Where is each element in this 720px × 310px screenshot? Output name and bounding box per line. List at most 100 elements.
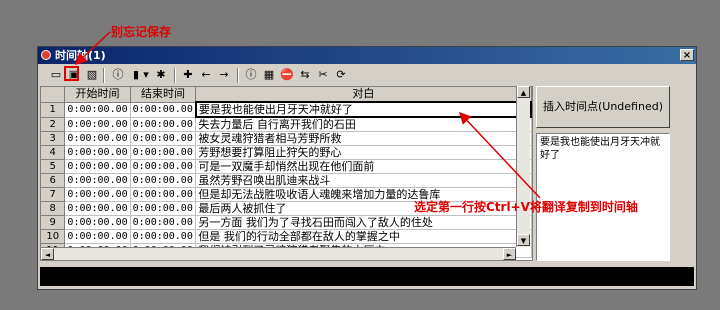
row-number-cell: 8 xyxy=(41,201,66,216)
start-time-cell[interactable]: 0:00:00.00 xyxy=(64,145,131,160)
info-icon: ⓘ xyxy=(112,68,124,81)
dialogue-cell[interactable]: 可是一双魔手却悄然出现在他们面前 xyxy=(195,159,532,174)
table-row[interactable]: 2 0:00:00.00 0:00:00.00 失去力量后 自行离开我们的石田 xyxy=(41,117,532,132)
table-row[interactable]: 5 0:00:00.00 0:00:00.00 可是一双魔手却悄然出现在他们面前 xyxy=(41,159,532,174)
scroll-up-icon[interactable]: ▲ xyxy=(517,86,530,98)
start-time-cell[interactable]: 0:00:00.00 xyxy=(64,229,131,244)
open-folder-button[interactable]: ▭ xyxy=(48,67,64,83)
start-time-cell[interactable]: 0:00:00.00 xyxy=(64,201,131,216)
app-icon xyxy=(41,50,51,60)
toolbar-separator xyxy=(237,68,239,83)
start-time-cell[interactable]: 0:00:00.00 xyxy=(64,173,131,188)
subtitle-grid[interactable]: 开始时间 结束时间 对白 1 0:00:00.00 0:00:00.00 要是我也能使… xyxy=(40,86,533,261)
dialogue-cell[interactable]: 虽然芳野召唤出肌迪来战斗 xyxy=(195,173,532,188)
end-time-cell[interactable]: 0:00:00.00 xyxy=(130,131,197,146)
end-time-cell[interactable]: 0:00:00.00 xyxy=(130,117,197,132)
chart-dropdown[interactable]: ▾ xyxy=(141,67,151,83)
toolbar: ▭ ▣ ▧ ⓘ ▮ ▾ ✱ ✚ ← → ⓘ ▦ ⛔ ⇆ ✂ ⟳ xyxy=(40,66,694,86)
open-folder-icon: ▭ xyxy=(50,68,62,81)
end-time-header[interactable]: 结束时间 xyxy=(130,87,197,103)
row-number-cell: 2 xyxy=(41,117,66,132)
help-button[interactable]: ⓘ xyxy=(243,67,259,83)
status-bar xyxy=(40,267,694,286)
grid-icon: ▦ xyxy=(263,68,275,81)
swap-icon: ⇆ xyxy=(300,68,310,81)
start-time-cell[interactable]: 0:00:00.00 xyxy=(64,187,131,202)
end-time-cell[interactable]: 0:00:00.00 xyxy=(130,201,197,216)
table-row[interactable]: 6 0:00:00.00 0:00:00.00 虽然芳野召唤出肌迪来战斗 xyxy=(41,173,532,188)
end-time-cell[interactable]: 0:00:00.00 xyxy=(130,187,197,202)
scroll-right-icon[interactable]: ► xyxy=(503,248,516,260)
stop-button[interactable]: ⛔ xyxy=(279,67,295,83)
dialogue-header[interactable]: 对白 xyxy=(195,87,532,103)
insert-timepoint-button[interactable]: 插入时间点(Undefined) xyxy=(536,86,670,128)
table-row[interactable]: 1 0:00:00.00 0:00:00.00 要是我也能使出月牙天冲就好了 xyxy=(41,101,532,118)
split-icon: ✚ xyxy=(183,68,193,81)
scroll-down-icon[interactable]: ▼ xyxy=(517,234,530,246)
dialogue-cell[interactable]: 要是我也能使出月牙天冲就好了 xyxy=(194,101,532,118)
settings-icon: ✱ xyxy=(156,68,166,81)
dialogue-cell[interactable]: 但是 我们的行动全部都在敌人的掌握之中 xyxy=(195,229,532,244)
start-time-cell[interactable]: 0:00:00.00 xyxy=(64,215,131,230)
arrow-left-button[interactable]: ← xyxy=(198,67,214,83)
close-button[interactable]: × xyxy=(680,49,694,61)
save-as-button[interactable]: ▧ xyxy=(84,67,100,83)
reload-button[interactable]: ⟳ xyxy=(333,67,349,83)
dialogue-cell[interactable]: 被女灵魂狩猎者相马芳野所救 xyxy=(195,131,532,146)
title-bar[interactable]: 时间轴(1) × xyxy=(38,47,696,64)
end-time-cell[interactable]: 0:00:00.00 xyxy=(130,229,197,244)
copy-instruction-annotation: 选定第一行按Ctrl+V将翻译复制到时间轴 xyxy=(414,200,638,214)
horizontal-scrollbar[interactable]: ◄ ► xyxy=(41,247,516,260)
row-number-cell: 9 xyxy=(41,215,66,230)
save-reminder-annotation: 别忘记保存 xyxy=(111,25,172,39)
dialogue-cell[interactable]: 失去力量后 自行离开我们的石田 xyxy=(195,117,532,132)
arrow-left-icon: ← xyxy=(201,68,211,81)
row-number-cell: 10 xyxy=(41,229,66,244)
save-highlight-box xyxy=(64,66,79,81)
dialogue-cell[interactable]: 另一方面 我们为了寻找石田而闯入了敌人的住处 xyxy=(195,215,532,230)
toolbar-separator xyxy=(103,68,105,83)
row-number-cell: 1 xyxy=(41,102,66,118)
toolbar-separator xyxy=(174,68,176,83)
arrow-right-button[interactable]: → xyxy=(216,67,232,83)
end-time-cell[interactable]: 0:00:00.00 xyxy=(130,173,197,188)
dialogue-cell[interactable]: 芳野想要打算阻止狩矢的野心 xyxy=(195,145,532,160)
swap-button[interactable]: ⇆ xyxy=(297,67,313,83)
scroll-left-icon[interactable]: ◄ xyxy=(41,248,54,260)
row-number-header xyxy=(41,87,66,103)
dropdown-icon: ▾ xyxy=(143,68,149,81)
end-time-cell[interactable]: 0:00:00.00 xyxy=(130,215,197,230)
row-number-cell: 7 xyxy=(41,187,66,202)
settings-button[interactable]: ✱ xyxy=(153,67,169,83)
end-time-cell[interactable]: 0:00:00.00 xyxy=(130,145,197,160)
end-time-cell[interactable]: 0:00:00.00 xyxy=(130,102,197,118)
split-button[interactable]: ✚ xyxy=(180,67,196,83)
arrow-right-icon: → xyxy=(219,68,229,81)
row-number-cell: 6 xyxy=(41,173,66,188)
table-row[interactable]: 10 0:00:00.00 0:00:00.00 但是 我们的行动全部都在敌人的掌握之… xyxy=(41,229,532,244)
row-number-cell: 4 xyxy=(41,145,66,160)
timeline-window: 时间轴(1) × ▭ ▣ ▧ ⓘ ▮ ▾ ✱ ✚ ← → ⓘ ▦ ⛔ ⇆ ✂ ⟳… xyxy=(37,46,697,290)
start-time-header[interactable]: 开始时间 xyxy=(64,87,131,103)
start-time-cell[interactable]: 0:00:00.00 xyxy=(64,102,131,118)
table-row[interactable]: 4 0:00:00.00 0:00:00.00 芳野想要打算阻止狩矢的野心 xyxy=(41,145,532,160)
dialogue-preview[interactable]: 要是我也能使出月牙天冲就好了 xyxy=(536,133,670,261)
start-time-cell[interactable]: 0:00:00.00 xyxy=(64,117,131,132)
row-number-cell: 3 xyxy=(41,131,66,146)
table-row[interactable]: 3 0:00:00.00 0:00:00.00 被女灵魂狩猎者相马芳野所救 xyxy=(41,131,532,146)
table-row[interactable]: 9 0:00:00.00 0:00:00.00 另一方面 我们为了寻找石田而闯入了敌人… xyxy=(41,215,532,230)
scissors-button[interactable]: ✂ xyxy=(315,67,331,83)
save-as-icon: ▧ xyxy=(86,68,98,81)
subtitle-table: 开始时间 结束时间 对白 1 0:00:00.00 0:00:00.00 要是我也能使… xyxy=(41,87,532,258)
end-time-cell[interactable]: 0:00:00.00 xyxy=(130,159,197,174)
reload-icon: ⟳ xyxy=(336,68,346,81)
row-number-cell: 5 xyxy=(41,159,66,174)
window-title: 时间轴(1) xyxy=(55,49,106,62)
grid-button[interactable]: ▦ xyxy=(261,67,277,83)
info-button[interactable]: ⓘ xyxy=(110,67,126,83)
help-icon: ⓘ xyxy=(245,68,257,81)
start-time-cell[interactable]: 0:00:00.00 xyxy=(64,159,131,174)
scissors-icon: ✂ xyxy=(318,68,328,81)
vertical-scrollbar[interactable]: ▲ ▼ xyxy=(516,86,530,247)
start-time-cell[interactable]: 0:00:00.00 xyxy=(64,131,131,146)
